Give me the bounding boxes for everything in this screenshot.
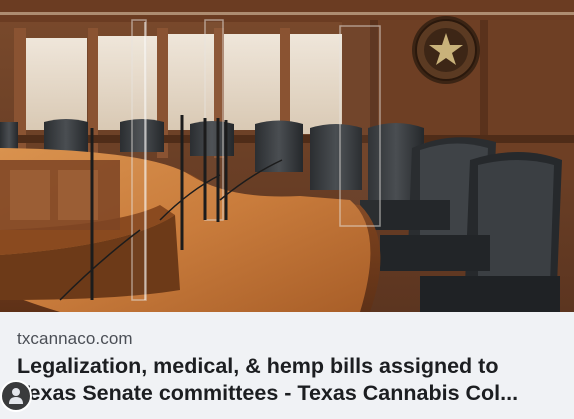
- article-image[interactable]: [0, 0, 574, 312]
- link-title-line-1: Legalization, medical, & hemp bills assi…: [17, 354, 499, 378]
- link-preview-card[interactable]: txcannaco.com Legalization, medical, & h…: [0, 0, 574, 419]
- link-title[interactable]: Legalization, medical, & hemp bills assi…: [17, 353, 562, 407]
- link-title-line-2: Texas Senate committees - Texas Cannabis…: [17, 381, 519, 405]
- avatar[interactable]: [0, 380, 32, 412]
- link-domain[interactable]: txcannaco.com: [17, 329, 133, 349]
- person-icon: [9, 388, 23, 404]
- state-seal-icon: [412, 16, 480, 84]
